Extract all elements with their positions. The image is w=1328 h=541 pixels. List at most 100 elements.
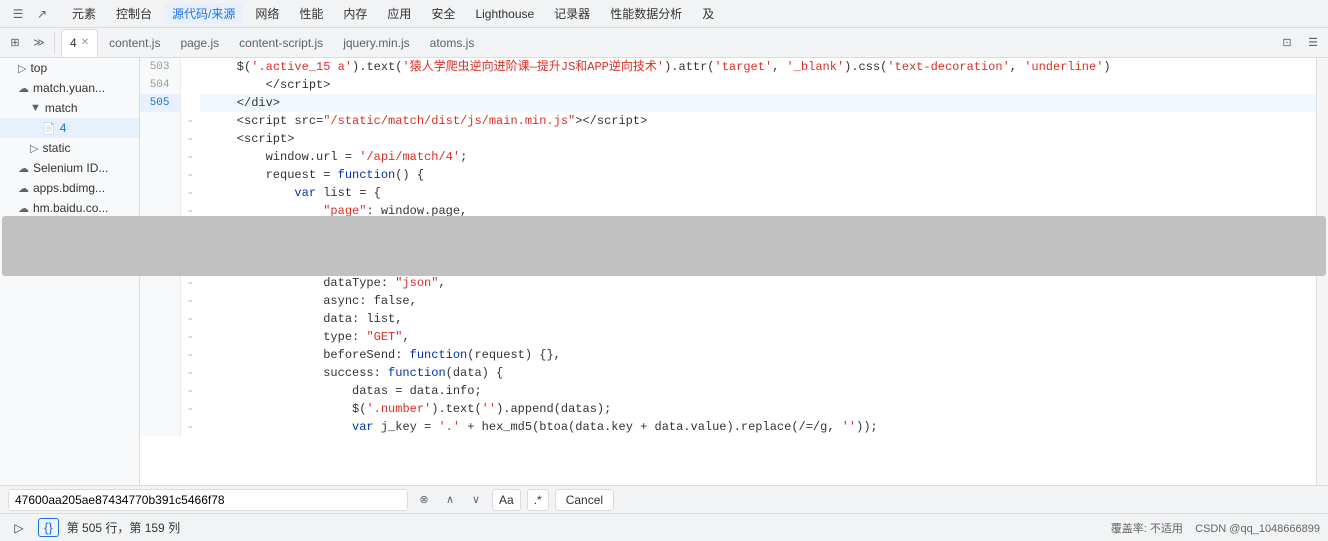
line-dash: - [180, 346, 200, 364]
menu-item-console[interactable]: 控制台 [108, 3, 160, 24]
line-number [140, 310, 180, 328]
search-close-btn[interactable]: ⊗ [414, 490, 434, 510]
tab-grid-icon[interactable]: ⊞ [4, 32, 26, 54]
triangle-down-icon: ▼ [30, 102, 41, 114]
line-number [140, 292, 180, 310]
status-toggle-btn[interactable]: ▷ [8, 517, 30, 539]
search-down-btn[interactable]: ∨ [466, 490, 486, 510]
sidebar-item-static[interactable]: ▷ static [0, 138, 139, 158]
search-input[interactable] [8, 489, 408, 511]
tab-content-script-js[interactable]: content-script.js [230, 29, 332, 57]
tab-menu-icon[interactable]: ☰ [1302, 32, 1324, 54]
cloud-icon-2: ☁ [18, 162, 29, 175]
tab-active-file[interactable]: 4 ✕ [61, 29, 98, 57]
menu-item-recorder[interactable]: 记录器 [546, 3, 598, 24]
line-code[interactable]: success: function(data) { [200, 364, 1316, 382]
table-row: - request = function() { [140, 166, 1316, 184]
search-bar: ⊗ ∧ ∨ Aa .* Cancel [0, 485, 1328, 513]
line-dash: - [180, 418, 200, 436]
line-code[interactable]: $('.number').text('').append(datas); [200, 400, 1316, 418]
tab-label-jquery-min-js: jquery.min.js [343, 36, 409, 50]
pretty-print-btn[interactable]: {} [38, 518, 59, 537]
table-row: - dataType: "json", [140, 274, 1316, 292]
table-row: 503 $('.active_15 a').text('猿人学爬虫逆向进阶课—提… [140, 58, 1316, 76]
menu-item-memory[interactable]: 内存 [335, 3, 375, 24]
chevron-up-icon: ∧ [446, 493, 454, 506]
menu-item-perf-insights[interactable]: 性能数据分析 [602, 3, 690, 24]
line-number: 504 [140, 76, 180, 94]
scrollbar-thumb[interactable] [2, 216, 1326, 276]
tab-more-icon[interactable]: ≫ [28, 32, 50, 54]
sidebar-label-apps-bdimg: apps.bdimg... [33, 181, 105, 195]
sidebar-item-match[interactable]: ▼ match [0, 98, 139, 118]
regex-btn[interactable]: .* [527, 489, 549, 511]
tab-page-js[interactable]: page.js [171, 29, 228, 57]
triangle-right-icon-2: ▷ [30, 142, 38, 155]
sidebar-label-4: 4 [60, 121, 67, 135]
sidebar-label-top: top [30, 61, 47, 75]
table-row: 504 </script> [140, 76, 1316, 94]
table-row: - beforeSend: function(request) {}, [140, 346, 1316, 364]
menu-item-lighthouse[interactable]: Lighthouse [467, 5, 542, 23]
tab-bar: ⊞ ≫ 4 ✕ content.js page.js content-scrip… [0, 28, 1328, 58]
tab-label-atoms-js: atoms.js [430, 36, 475, 50]
sidebar-item-match-yuan[interactable]: ☁ match.yuan... [0, 78, 139, 98]
sidebar-item-apps-bdimg[interactable]: ☁ apps.bdimg... [0, 178, 139, 198]
line-code[interactable]: datas = data.info; [200, 382, 1316, 400]
sidebar-item-selenium[interactable]: ☁ Selenium ID... [0, 158, 139, 178]
chevron-right-icon: ▷ [14, 521, 23, 535]
search-cancel-btn[interactable]: Cancel [555, 489, 614, 511]
line-code[interactable]: var list = { [200, 184, 1316, 202]
user-label: CSDN @qq_1048666899 [1195, 523, 1320, 535]
line-dash: - [180, 184, 200, 202]
menu-item-sources[interactable]: 源代码/来源 [164, 3, 243, 24]
file-icon-1: 📄 [42, 122, 56, 135]
line-code[interactable]: beforeSend: function(request) {}, [200, 346, 1316, 364]
right-scrollbar[interactable] [1316, 58, 1328, 485]
line-code[interactable]: <script> [200, 130, 1316, 148]
table-row: - $('.number').text('').append(datas); [140, 400, 1316, 418]
line-code[interactable]: var j_key = '.' + hex_md5(btoa(data.key … [200, 418, 1316, 436]
search-up-btn[interactable]: ∧ [440, 490, 460, 510]
line-code[interactable]: window.url = '/api/match/4'; [200, 148, 1316, 166]
devtools-icon-1[interactable]: ☰ [8, 4, 28, 24]
tab-split-icon[interactable]: ⊡ [1276, 32, 1298, 54]
sidebar-item-4[interactable]: 📄 4 [0, 118, 139, 138]
line-code[interactable]: data: list, [200, 310, 1316, 328]
line-number [140, 382, 180, 400]
line-dash: - [180, 112, 200, 130]
tab-atoms-js[interactable]: atoms.js [421, 29, 484, 57]
menu-item-more[interactable]: 及 [694, 3, 722, 24]
line-code[interactable]: dataType: "json", [200, 274, 1316, 292]
line-dash: - [180, 382, 200, 400]
sidebar-item-top[interactable]: ▷ top [0, 58, 139, 78]
devtools-icon-2[interactable]: ↗ [32, 4, 52, 24]
table-row: 505 </div> [140, 94, 1316, 112]
line-number [140, 274, 180, 292]
line-dash: - [180, 166, 200, 184]
menu-item-network[interactable]: 网络 [247, 3, 287, 24]
tab-jquery-min-js[interactable]: jquery.min.js [334, 29, 418, 57]
menu-item-performance[interactable]: 性能 [291, 3, 331, 24]
tab-close-btn[interactable]: ✕ [81, 37, 89, 48]
line-dash: - [180, 148, 200, 166]
menu-item-application[interactable]: 应用 [379, 3, 419, 24]
cloud-icon-1: ☁ [18, 82, 29, 95]
tab-content-js[interactable]: content.js [100, 29, 169, 57]
line-code[interactable]: async: false, [200, 292, 1316, 310]
tab-bar-right: ⊡ ☰ [1276, 32, 1324, 54]
line-code[interactable]: <script src="/static/match/dist/js/main.… [200, 112, 1316, 130]
line-number: 503 [140, 58, 180, 76]
main-area: ▷ top ☁ match.yuan... ▼ match 📄 4 ▷ stat… [0, 58, 1328, 485]
line-code[interactable]: </div> [200, 94, 1316, 112]
tab-label-4: 4 [70, 36, 77, 50]
line-code[interactable]: request = function() { [200, 166, 1316, 184]
match-case-btn[interactable]: Aa [492, 489, 521, 511]
table-row: - async: false, [140, 292, 1316, 310]
line-code[interactable]: type: "GET", [200, 328, 1316, 346]
menu-item-elements[interactable]: 元素 [64, 3, 104, 24]
sidebar-item-hm-baidu[interactable]: ☁ hm.baidu.co... [0, 198, 139, 218]
line-code[interactable]: $('.active_15 a').text('猿人学爬虫逆向进阶课—提升JS和… [200, 58, 1316, 76]
menu-item-security[interactable]: 安全 [423, 3, 463, 24]
line-code[interactable]: </script> [200, 76, 1316, 94]
